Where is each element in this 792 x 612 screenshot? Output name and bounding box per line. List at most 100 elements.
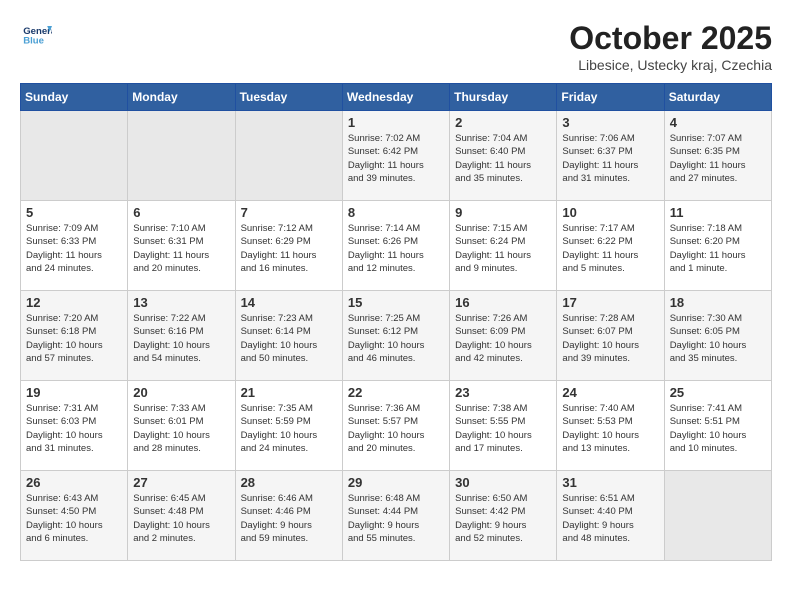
calendar-cell: 5 Sunrise: 7:09 AM Sunset: 6:33 PM Daylig…	[21, 201, 128, 291]
day-number: 5	[26, 205, 122, 220]
day-number: 11	[670, 205, 766, 220]
day-number: 17	[562, 295, 658, 310]
location: Libesice, Ustecky kraj, Czechia	[569, 57, 772, 73]
calendar-cell: 25 Sunrise: 7:41 AM Sunset: 5:51 PM Dayli…	[664, 381, 771, 471]
calendar-cell: 12 Sunrise: 7:20 AM Sunset: 6:18 PM Dayli…	[21, 291, 128, 381]
day-info: Sunrise: 7:31 AM Sunset: 6:03 PM Dayligh…	[26, 402, 122, 455]
calendar-cell: 22 Sunrise: 7:36 AM Sunset: 5:57 PM Dayli…	[342, 381, 449, 471]
day-info: Sunrise: 7:40 AM Sunset: 5:53 PM Dayligh…	[562, 402, 658, 455]
calendar-cell: 8Sunrise: 7:14 AM Sunset: 6:26 PM Daylig…	[342, 201, 449, 291]
calendar-cell	[664, 471, 771, 561]
day-info: Sunrise: 7:06 AM Sunset: 6:37 PM Dayligh…	[562, 132, 658, 185]
calendar-cell: 4Sunrise: 7:07 AM Sunset: 6:35 PM Daylig…	[664, 111, 771, 201]
week-row-5: 26Sunrise: 6:43 AM Sunset: 4:50 PM Dayli…	[21, 471, 772, 561]
day-number: 29	[348, 475, 444, 490]
day-info: Sunrise: 7:35 AM Sunset: 5:59 PM Dayligh…	[241, 402, 337, 455]
calendar-cell: 9 Sunrise: 7:15 AM Sunset: 6:24 PM Daylig…	[450, 201, 557, 291]
day-number: 14	[241, 295, 337, 310]
day-info: Sunrise: 7:23 AM Sunset: 6:14 PM Dayligh…	[241, 312, 337, 365]
calendar-table: SundayMondayTuesdayWednesdayThursdayFrid…	[20, 83, 772, 561]
day-info: Sunrise: 7:10 AM Sunset: 6:31 PM Dayligh…	[133, 222, 229, 275]
calendar-cell: 29 Sunrise: 6:48 AM Sunset: 4:44 PM Dayli…	[342, 471, 449, 561]
day-info: Sunrise: 6:46 AM Sunset: 4:46 PM Dayligh…	[241, 492, 337, 545]
day-info: Sunrise: 7:36 AM Sunset: 5:57 PM Dayligh…	[348, 402, 444, 455]
day-info: Sunrise: 6:50 AM Sunset: 4:42 PM Dayligh…	[455, 492, 551, 545]
day-number: 25	[670, 385, 766, 400]
calendar-cell: 2Sunrise: 7:04 AM Sunset: 6:40 PM Daylig…	[450, 111, 557, 201]
page-header: General Blue October 2025 Libesice, Uste…	[20, 20, 772, 73]
calendar-cell: 23 Sunrise: 7:38 AM Sunset: 5:55 PM Dayli…	[450, 381, 557, 471]
day-number: 18	[670, 295, 766, 310]
day-number: 6	[133, 205, 229, 220]
day-info: Sunrise: 7:38 AM Sunset: 5:55 PM Dayligh…	[455, 402, 551, 455]
day-number: 9	[455, 205, 551, 220]
day-number: 16	[455, 295, 551, 310]
day-number: 10	[562, 205, 658, 220]
weekday-header-saturday: Saturday	[664, 84, 771, 111]
calendar-cell: 7 Sunrise: 7:12 AM Sunset: 6:29 PM Daylig…	[235, 201, 342, 291]
calendar-cell: 15 Sunrise: 7:25 AM Sunset: 6:12 PM Dayli…	[342, 291, 449, 381]
week-row-2: 5 Sunrise: 7:09 AM Sunset: 6:33 PM Daylig…	[21, 201, 772, 291]
day-number: 23	[455, 385, 551, 400]
day-info: Sunrise: 6:48 AM Sunset: 4:44 PM Dayligh…	[348, 492, 444, 545]
calendar-cell: 26Sunrise: 6:43 AM Sunset: 4:50 PM Dayli…	[21, 471, 128, 561]
week-row-4: 19 Sunrise: 7:31 AM Sunset: 6:03 PM Dayli…	[21, 381, 772, 471]
calendar-cell: 18Sunrise: 7:30 AM Sunset: 6:05 PM Dayli…	[664, 291, 771, 381]
day-info: Sunrise: 7:33 AM Sunset: 6:01 PM Dayligh…	[133, 402, 229, 455]
day-info: Sunrise: 7:25 AM Sunset: 6:12 PM Dayligh…	[348, 312, 444, 365]
day-info: Sunrise: 7:28 AM Sunset: 6:07 PM Dayligh…	[562, 312, 658, 365]
calendar-cell: 17 Sunrise: 7:28 AM Sunset: 6:07 PM Dayli…	[557, 291, 664, 381]
calendar-cell: 30 Sunrise: 6:50 AM Sunset: 4:42 PM Dayli…	[450, 471, 557, 561]
day-info: Sunrise: 7:12 AM Sunset: 6:29 PM Dayligh…	[241, 222, 337, 275]
day-info: Sunrise: 7:41 AM Sunset: 5:51 PM Dayligh…	[670, 402, 766, 455]
day-number: 13	[133, 295, 229, 310]
day-info: Sunrise: 7:09 AM Sunset: 6:33 PM Dayligh…	[26, 222, 122, 275]
day-info: Sunrise: 7:02 AM Sunset: 6:42 PM Dayligh…	[348, 132, 444, 185]
calendar-cell: 11 Sunrise: 7:18 AM Sunset: 6:20 PM Dayli…	[664, 201, 771, 291]
weekday-header-tuesday: Tuesday	[235, 84, 342, 111]
calendar-cell	[21, 111, 128, 201]
calendar-cell: 19 Sunrise: 7:31 AM Sunset: 6:03 PM Dayli…	[21, 381, 128, 471]
weekday-header-thursday: Thursday	[450, 84, 557, 111]
day-number: 3	[562, 115, 658, 130]
calendar-cell: 24Sunrise: 7:40 AM Sunset: 5:53 PM Dayli…	[557, 381, 664, 471]
day-info: Sunrise: 7:20 AM Sunset: 6:18 PM Dayligh…	[26, 312, 122, 365]
day-number: 15	[348, 295, 444, 310]
day-info: Sunrise: 6:51 AM Sunset: 4:40 PM Dayligh…	[562, 492, 658, 545]
calendar-cell: 1 Sunrise: 7:02 AM Sunset: 6:42 PM Daylig…	[342, 111, 449, 201]
calendar-cell: 14 Sunrise: 7:23 AM Sunset: 6:14 PM Dayli…	[235, 291, 342, 381]
calendar-cell: 20 Sunrise: 7:33 AM Sunset: 6:01 PM Dayli…	[128, 381, 235, 471]
day-number: 22	[348, 385, 444, 400]
calendar-cell: 28 Sunrise: 6:46 AM Sunset: 4:46 PM Dayli…	[235, 471, 342, 561]
day-info: Sunrise: 7:15 AM Sunset: 6:24 PM Dayligh…	[455, 222, 551, 275]
calendar-cell: 31 Sunrise: 6:51 AM Sunset: 4:40 PM Dayli…	[557, 471, 664, 561]
day-number: 30	[455, 475, 551, 490]
day-number: 12	[26, 295, 122, 310]
day-info: Sunrise: 7:17 AM Sunset: 6:22 PM Dayligh…	[562, 222, 658, 275]
weekday-header-monday: Monday	[128, 84, 235, 111]
calendar-cell: 21Sunrise: 7:35 AM Sunset: 5:59 PM Dayli…	[235, 381, 342, 471]
weekday-header-sunday: Sunday	[21, 84, 128, 111]
day-number: 27	[133, 475, 229, 490]
day-number: 28	[241, 475, 337, 490]
day-number: 19	[26, 385, 122, 400]
calendar-cell: 3 Sunrise: 7:06 AM Sunset: 6:37 PM Daylig…	[557, 111, 664, 201]
day-number: 1	[348, 115, 444, 130]
calendar-cell: 13Sunrise: 7:22 AM Sunset: 6:16 PM Dayli…	[128, 291, 235, 381]
logo: General Blue	[20, 20, 52, 55]
calendar-cell	[128, 111, 235, 201]
title-block: October 2025 Libesice, Ustecky kraj, Cze…	[569, 20, 772, 73]
day-number: 20	[133, 385, 229, 400]
weekday-header-wednesday: Wednesday	[342, 84, 449, 111]
calendar-cell: 6 Sunrise: 7:10 AM Sunset: 6:31 PM Daylig…	[128, 201, 235, 291]
day-info: Sunrise: 7:07 AM Sunset: 6:35 PM Dayligh…	[670, 132, 766, 185]
day-number: 26	[26, 475, 122, 490]
day-info: Sunrise: 7:18 AM Sunset: 6:20 PM Dayligh…	[670, 222, 766, 275]
day-number: 31	[562, 475, 658, 490]
week-row-1: 1 Sunrise: 7:02 AM Sunset: 6:42 PM Daylig…	[21, 111, 772, 201]
day-info: Sunrise: 7:04 AM Sunset: 6:40 PM Dayligh…	[455, 132, 551, 185]
day-info: Sunrise: 6:45 AM Sunset: 4:48 PM Dayligh…	[133, 492, 229, 545]
logo-icon: General Blue	[22, 20, 52, 50]
calendar-cell: 16Sunrise: 7:26 AM Sunset: 6:09 PM Dayli…	[450, 291, 557, 381]
day-number: 7	[241, 205, 337, 220]
